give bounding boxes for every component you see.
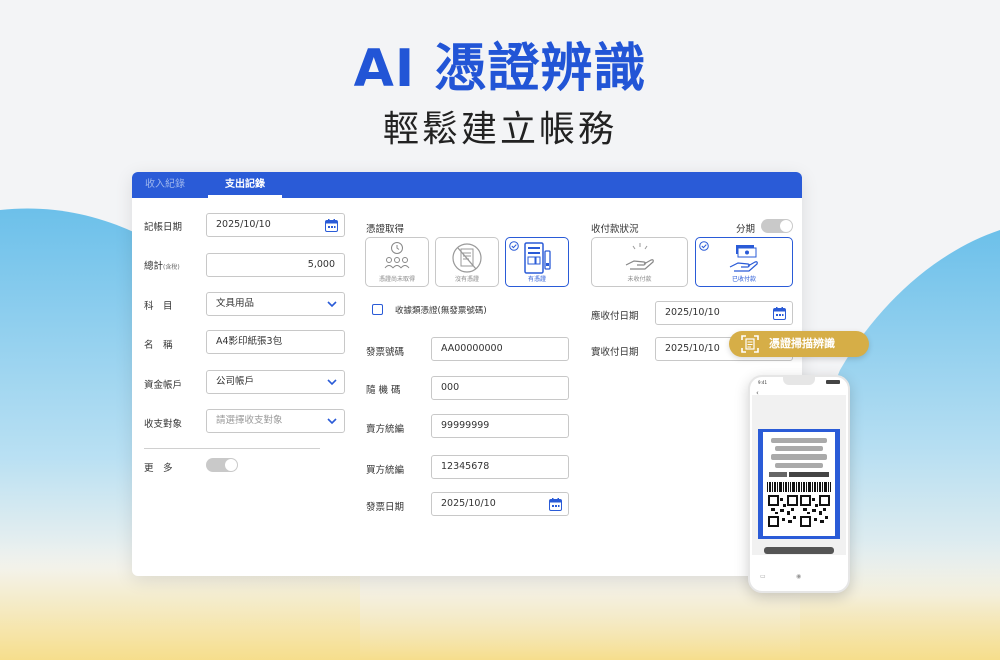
installment-toggle[interactable] <box>761 219 793 233</box>
calendar-icon[interactable] <box>773 307 786 320</box>
hero-title: AI 憑證辨識 <box>353 39 647 99</box>
due-date-label: 應收付日期 <box>591 311 639 322</box>
status-option-paid[interactable]: 已收付款 <box>695 237 793 287</box>
counterparty-label: 收支對象 <box>144 419 183 430</box>
gallery-icon[interactable]: ▭ <box>760 573 766 580</box>
category-select[interactable]: 文具用品 <box>206 292 345 316</box>
phone-notch <box>783 377 815 385</box>
voucher-option-label: 有憑證 <box>527 276 546 283</box>
expense-form-card: 收入紀錄 支出記錄 記帳日期 2025/10/10 總計(含稅) 5,000 科… <box>132 172 802 576</box>
status-option-label: 未收付款 <box>627 276 652 283</box>
status-label: 收付款狀況 <box>591 224 639 235</box>
total-label: 總計(含稅) <box>144 261 180 272</box>
tab-income[interactable]: 收入紀錄 <box>132 172 198 198</box>
receipt-type-checkbox[interactable] <box>372 304 383 315</box>
seller-id-field[interactable]: 99999999 <box>431 414 569 438</box>
phone-time: 9:41 <box>758 380 767 385</box>
voucher-option-label: 憑證尚未取得 <box>378 276 415 283</box>
seller-id-label: 賣方統編 <box>366 424 405 435</box>
random-code-label: 隨 機 碼 <box>366 385 401 396</box>
counterparty-placeholder: 請選擇收支對象 <box>216 415 283 426</box>
hand-coin-icon <box>625 243 654 270</box>
hand-cash-icon <box>729 245 758 272</box>
counterparty-select[interactable]: 請選擇收支對象 <box>206 409 345 433</box>
invoice-no-label: 發票號碼 <box>366 347 405 358</box>
account-value: 公司帳戶 <box>216 376 255 387</box>
buyer-id-field[interactable]: 12345678 <box>431 455 569 479</box>
date-label: 記帳日期 <box>144 222 183 233</box>
tab-bar: 收入紀錄 支出記錄 <box>132 172 802 198</box>
total-field[interactable]: 5,000 <box>206 253 345 277</box>
scan-result-bar <box>764 547 834 554</box>
phone-mockup: 9:41 ‹ ▭ ◉ <box>748 375 850 593</box>
camera-icon[interactable]: ◉ <box>796 573 801 580</box>
voucher-option-pending[interactable]: 憑證尚未取得 <box>365 237 429 287</box>
scan-badge-label: 憑證掃描辨識 <box>769 337 835 350</box>
hero-subtitle: 輕鬆建立帳務 <box>382 109 617 150</box>
account-select[interactable]: 公司帳戶 <box>206 370 345 394</box>
name-field[interactable]: A4影印紙張3包 <box>206 330 345 354</box>
battery-icon <box>826 380 840 384</box>
scanned-receipt <box>763 432 835 536</box>
status-option-label: 已收付款 <box>731 276 756 283</box>
category-label: 科 目 <box>144 301 173 312</box>
date-value: 2025/10/10 <box>216 219 271 230</box>
people-clock-icon <box>384 242 410 269</box>
buyer-id-label: 買方統編 <box>366 465 405 476</box>
more-toggle[interactable] <box>206 458 238 472</box>
receipt-type-label: 收據類憑證(無發票號碼) <box>395 306 487 316</box>
divider <box>144 448 320 449</box>
installment-label: 分期 <box>736 224 756 235</box>
random-code-field[interactable]: 000 <box>431 376 569 400</box>
chevron-down-icon <box>327 418 337 425</box>
voucher-option-label: 沒有憑證 <box>454 276 479 283</box>
scan-badge[interactable]: 憑證掃描辨識 <box>729 331 869 357</box>
calendar-icon[interactable] <box>325 219 338 232</box>
chevron-down-icon <box>327 301 337 308</box>
receipt-image <box>767 438 831 527</box>
account-label: 資金帳戶 <box>144 380 183 391</box>
status-option-unpaid[interactable]: 未收付款 <box>591 237 688 287</box>
invoice-no-field[interactable]: AA00000000 <box>431 337 569 361</box>
name-label: 名 稱 <box>144 340 173 351</box>
category-value: 文具用品 <box>216 298 255 309</box>
receipt-icon <box>524 242 551 274</box>
voucher-label: 憑證取得 <box>366 224 405 235</box>
voucher-option-none[interactable]: 沒有憑證 <box>435 237 499 287</box>
chevron-down-icon <box>327 379 337 386</box>
date-field[interactable]: 2025/10/10 <box>206 213 345 237</box>
invoice-date-label: 發票日期 <box>366 502 405 513</box>
more-label: 更 多 <box>144 463 173 474</box>
invoice-date-value: 2025/10/10 <box>441 498 496 509</box>
check-circle-icon <box>699 241 709 251</box>
calendar-icon[interactable] <box>549 498 562 511</box>
no-receipt-icon <box>452 243 482 273</box>
due-date-field[interactable]: 2025/10/10 <box>655 301 793 325</box>
invoice-date-field[interactable]: 2025/10/10 <box>431 492 569 516</box>
voucher-option-has[interactable]: 有憑證 <box>505 237 569 287</box>
actual-date-label: 實收付日期 <box>591 347 639 358</box>
scan-icon <box>741 335 759 353</box>
due-date-value: 2025/10/10 <box>665 307 720 318</box>
tab-expense[interactable]: 支出記錄 <box>208 172 282 198</box>
total-label-suffix: (含稅) <box>163 264 180 271</box>
